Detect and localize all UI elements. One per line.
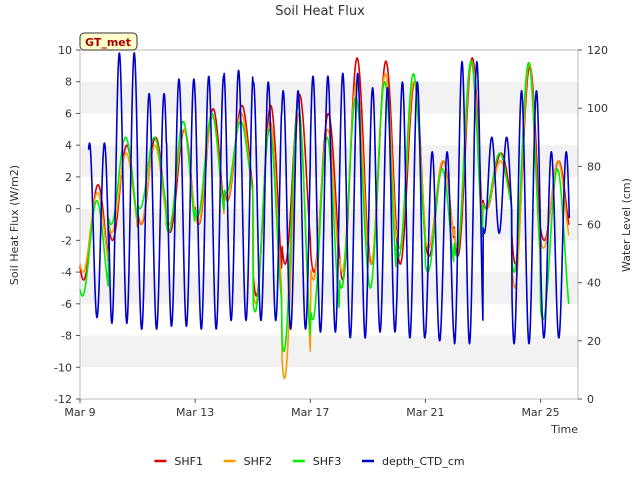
x-axis-label: Time — [550, 423, 578, 436]
x-tick-label: Mar 25 — [521, 406, 559, 419]
x-tick-label: Mar 9 — [64, 406, 95, 419]
y-tick-label: 6 — [65, 107, 72, 120]
legend-label: depth_CTD_cm — [382, 455, 465, 468]
chart-title: Soil Heat Flux — [275, 4, 365, 19]
y2-axis-label: Water Level (cm) — [620, 178, 633, 272]
y2-tick-label: 80 — [587, 160, 601, 173]
y2-tick-label: 100 — [587, 102, 608, 115]
y-tick-label: 2 — [65, 171, 72, 184]
y-tick-label: -10 — [54, 361, 72, 374]
background-band — [80, 335, 578, 368]
y-tick-label: -8 — [61, 330, 72, 343]
y-tick-label: -2 — [61, 234, 72, 247]
y-tick-label: -12 — [54, 393, 72, 406]
x-tick-label: Mar 13 — [176, 406, 214, 419]
y2-tick-label: 60 — [587, 219, 601, 232]
y-tick-label: 10 — [58, 44, 72, 57]
y-axis-left: -12 -10 -8 -6 -4 -2 0 2 4 6 8 10 — [54, 44, 80, 406]
y-axis-right: 0 20 40 60 80 100 120 — [578, 44, 608, 406]
y-tick-label: 8 — [65, 76, 72, 89]
badge-label: GT_met — [85, 36, 131, 49]
background-band — [80, 367, 578, 399]
soil-heat-flux-chart: Soil Heat Flux -12 -10 -8 -6 -4 -2 0 2 4 6 8 10 0 20… — [8, 4, 633, 468]
y-tick-label: -4 — [61, 266, 72, 279]
legend-label: SHF1 — [174, 455, 203, 468]
x-tick-label: Mar 17 — [291, 406, 329, 419]
y-tick-label: 0 — [65, 203, 72, 216]
x-axis: Mar 9 Mar 13 Mar 17 Mar 21 Mar 25 — [64, 399, 560, 419]
y-tick-label: -6 — [61, 298, 72, 311]
y2-tick-label: 20 — [587, 335, 601, 348]
y2-tick-label: 40 — [587, 277, 601, 290]
y2-tick-label: 120 — [587, 44, 608, 57]
legend: SHF1 SHF2 SHF3 depth_CTD_cm — [154, 455, 465, 468]
background-band — [80, 208, 578, 241]
y-axis-label: Soil Heat Flux (W/m2) — [8, 165, 21, 285]
legend-label: SHF2 — [244, 455, 273, 468]
x-tick-label: Mar 21 — [406, 406, 444, 419]
y-tick-label: 4 — [65, 139, 72, 152]
background-band — [80, 50, 578, 82]
legend-label: SHF3 — [313, 455, 342, 468]
y2-tick-label: 0 — [587, 393, 594, 406]
gt-met-badge: GT_met — [79, 32, 138, 51]
